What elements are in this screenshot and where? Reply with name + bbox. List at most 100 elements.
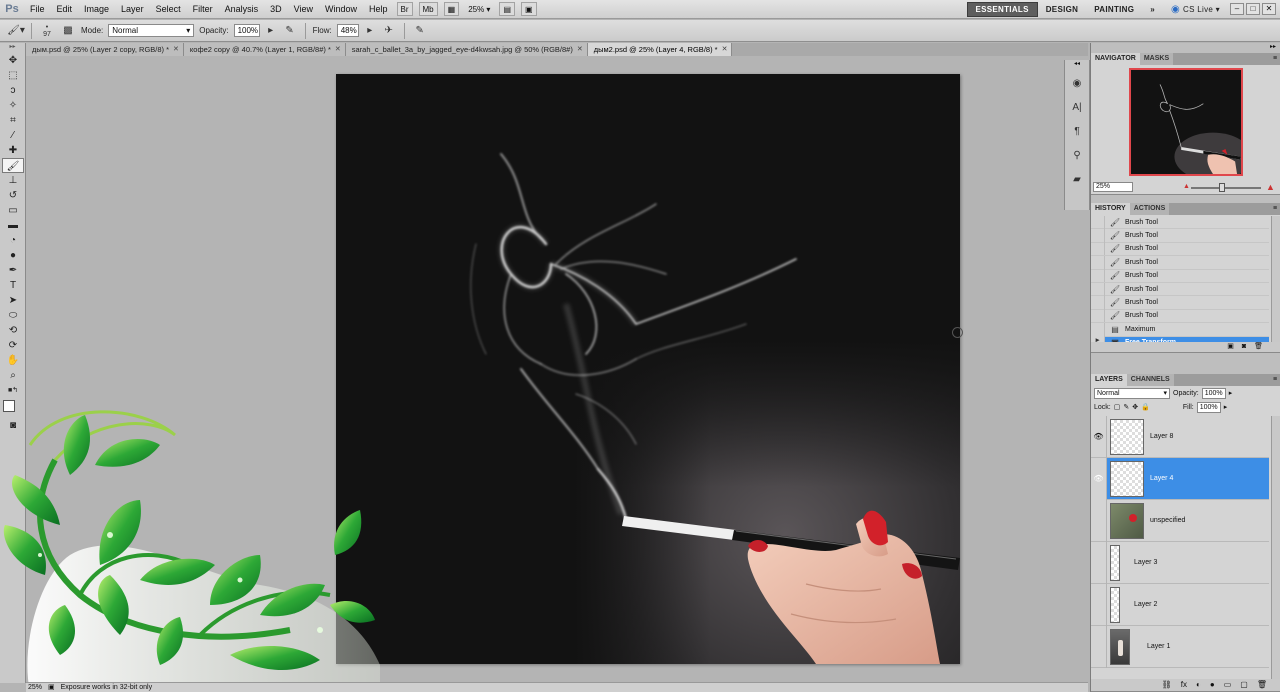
menu-edit[interactable]: Edit <box>51 4 79 14</box>
pressure-size-icon[interactable]: ✎ <box>412 23 428 39</box>
zoom-tool-icon[interactable]: ⌕ <box>2 368 24 383</box>
mode-select[interactable]: Normal ▾ <box>108 24 195 37</box>
panels-collapse-icon[interactable]: ▸▸ <box>1091 43 1280 53</box>
new-layer-icon[interactable]: ▢ <box>1240 679 1248 691</box>
mini-bridge-button[interactable]: Mb <box>418 2 438 16</box>
blur-tool-icon[interactable]: ◔ <box>2 233 24 248</box>
eraser-tool-icon[interactable]: ▭ <box>2 203 24 218</box>
move-tool-icon[interactable]: ✥ <box>2 53 24 68</box>
opacity-field[interactable]: 100% <box>233 24 260 37</box>
swap-colors-icon[interactable]: ■↰ <box>2 383 24 398</box>
menu-3d[interactable]: 3D <box>264 4 288 14</box>
close-icon[interactable]: ✕ <box>335 43 341 56</box>
maximize-button[interactable]: □ <box>1246 3 1260 15</box>
path-select-tool-icon[interactable]: ➤ <box>2 293 24 308</box>
character-panel-icon[interactable]: A| <box>1067 98 1087 118</box>
lock-image-icon[interactable]: ✎ <box>1123 403 1129 411</box>
visibility-eye-icon[interactable] <box>1091 499 1107 542</box>
menu-filter[interactable]: Filter <box>187 4 219 14</box>
layers-scrollbar[interactable] <box>1271 416 1280 679</box>
layer-row[interactable]: Layer 3 <box>1091 541 1269 584</box>
delete-layer-icon[interactable]: 🗑 <box>1257 679 1267 691</box>
screen-mode-button[interactable]: ▣ <box>521 2 537 16</box>
link-layers-icon[interactable]: ⛓ <box>1162 679 1172 691</box>
visibility-eye-icon[interactable] <box>1091 541 1107 584</box>
document-canvas[interactable] <box>336 74 960 664</box>
layer-row[interactable]: Layer 1 <box>1091 625 1269 668</box>
lock-all-icon[interactable]: 🔒 <box>1141 403 1150 411</box>
history-brush-source-toggle[interactable] <box>1091 322 1105 336</box>
dodge-tool-icon[interactable]: ● <box>2 248 24 263</box>
layer-opacity-field[interactable]: 100% <box>1201 387 1226 399</box>
delete-state-icon[interactable]: 🗑 <box>1254 342 1263 352</box>
tab-channels[interactable]: CHANNELS <box>1126 374 1174 386</box>
tab-navigator[interactable]: NAVIGATOR <box>1091 53 1140 65</box>
history-state[interactable]: 🖌 Brush Tool <box>1091 296 1269 310</box>
history-scrollbar[interactable] <box>1271 216 1280 343</box>
history-brush-source-toggle[interactable] <box>1091 282 1105 296</box>
brush-presets-panel-icon[interactable]: ▰ <box>1067 170 1087 190</box>
visibility-eye-icon[interactable] <box>1091 625 1107 668</box>
history-state[interactable]: 🖌 Brush Tool <box>1091 229 1269 243</box>
history-brush-source-toggle[interactable] <box>1091 215 1105 229</box>
panel-menu-icon[interactable]: ≡ <box>1269 53 1280 65</box>
history-state[interactable]: 🖌 Brush Tool <box>1091 215 1269 230</box>
pen-tool-icon[interactable]: ✒ <box>2 263 24 278</box>
arrange-documents-button[interactable]: ▤ <box>499 2 516 16</box>
quick-select-tool-icon[interactable]: ✧ <box>2 98 24 113</box>
history-state[interactable]: 🖌 Brush Tool <box>1091 282 1269 297</box>
zoom-out-icon[interactable]: ▲ <box>1183 183 1190 190</box>
zoom-in-icon[interactable]: ▲ <box>1266 182 1275 192</box>
history-brush-source-toggle[interactable] <box>1091 229 1105 243</box>
layer-row[interactable]: 👁 Layer 4 <box>1091 457 1269 500</box>
menu-analysis[interactable]: Analysis <box>219 4 265 14</box>
layer-fill-field[interactable]: 100% <box>1196 401 1221 413</box>
clone-source-panel-icon[interactable]: ⚲ <box>1067 146 1087 166</box>
workspace-essentials[interactable]: ESSENTIALS <box>966 1 1038 17</box>
brush-preset-picker[interactable]: 🖌 ▾ <box>7 23 25 39</box>
panel-menu-icon[interactable]: ≡ <box>1269 203 1280 215</box>
visibility-eye-icon[interactable]: 👁 <box>1091 415 1107 458</box>
3d-rotate-tool-icon[interactable]: ⟲ <box>2 323 24 338</box>
more-workspaces-button[interactable]: » <box>1142 2 1163 17</box>
history-brush-source-toggle[interactable] <box>1091 296 1105 310</box>
menu-select[interactable]: Select <box>150 4 187 14</box>
layer-row[interactable]: unspecified <box>1091 499 1269 542</box>
navigator-zoom-knob[interactable] <box>1219 183 1225 192</box>
gradient-tool-icon[interactable]: ▬ <box>2 218 24 233</box>
visibility-eye-icon[interactable]: 👁 <box>1091 457 1107 500</box>
crop-tool-icon[interactable]: ⌗ <box>2 113 24 128</box>
lock-position-icon[interactable]: ✥ <box>1132 403 1138 411</box>
history-state[interactable]: 🖌 Brush Tool <box>1091 242 1269 257</box>
close-icon[interactable]: ✕ <box>173 43 179 56</box>
color-swatches[interactable] <box>0 398 25 418</box>
3d-orbit-tool-icon[interactable]: ⟳ <box>2 338 24 353</box>
pressure-opacity-icon[interactable]: ✎ <box>282 23 298 39</box>
history-brush-tool-icon[interactable]: ↺ <box>2 188 24 203</box>
layer-row[interactable]: 👁 Layer 8 <box>1091 415 1269 458</box>
tab-actions[interactable]: ACTIONS <box>1129 203 1170 215</box>
history-state[interactable]: 🖌 Brush Tool <box>1091 255 1269 270</box>
workspace-painting[interactable]: PAINTING <box>1086 2 1142 17</box>
history-brush-source-toggle[interactable] <box>1091 269 1105 283</box>
brush-size-picker[interactable]: • 97 <box>39 23 55 39</box>
healing-brush-tool-icon[interactable]: ✚ <box>2 143 24 158</box>
canvas-area[interactable] <box>26 56 1063 682</box>
tools-collapse-icon[interactable]: ▸▸ <box>0 43 25 53</box>
history-state[interactable]: ▤ Maximum <box>1091 322 1269 337</box>
status-menu-icon[interactable]: ▣ <box>48 683 55 692</box>
paragraph-panel-icon[interactable]: ¶ <box>1067 122 1087 142</box>
close-icon[interactable]: ✕ <box>722 43 728 56</box>
create-snapshot-icon[interactable]: ◙ <box>1242 342 1246 352</box>
menu-layer[interactable]: Layer <box>115 4 150 14</box>
tab-layers[interactable]: LAYERS <box>1091 374 1127 386</box>
layer-style-icon[interactable]: fx <box>1181 679 1187 691</box>
tab-history[interactable]: HISTORY <box>1091 203 1130 215</box>
history-brush-source-toggle[interactable] <box>1091 309 1105 323</box>
navigator-zoom-field[interactable]: 25% <box>1093 182 1133 192</box>
zoom-level-dropdown[interactable]: 25% ▾ <box>465 2 493 16</box>
document-tab[interactable]: sarah_c_ballet_3a_by_jagged_eye-d4kwsah.… <box>345 43 588 56</box>
foreground-color-swatch[interactable] <box>3 400 15 412</box>
close-icon[interactable]: ✕ <box>577 43 583 56</box>
view-extras-button[interactable]: ▦ <box>443 2 460 16</box>
